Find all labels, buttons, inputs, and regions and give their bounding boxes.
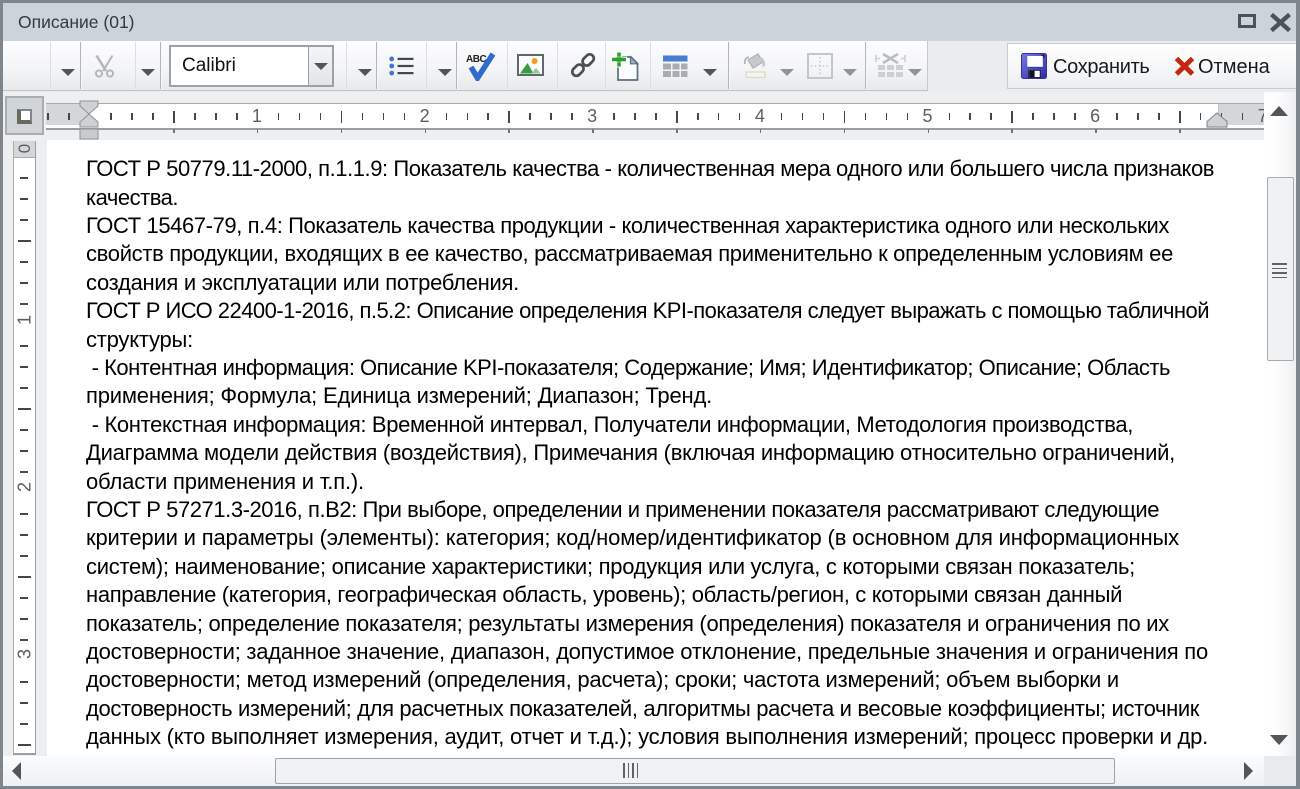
svg-text:ABC: ABC [466,54,486,65]
